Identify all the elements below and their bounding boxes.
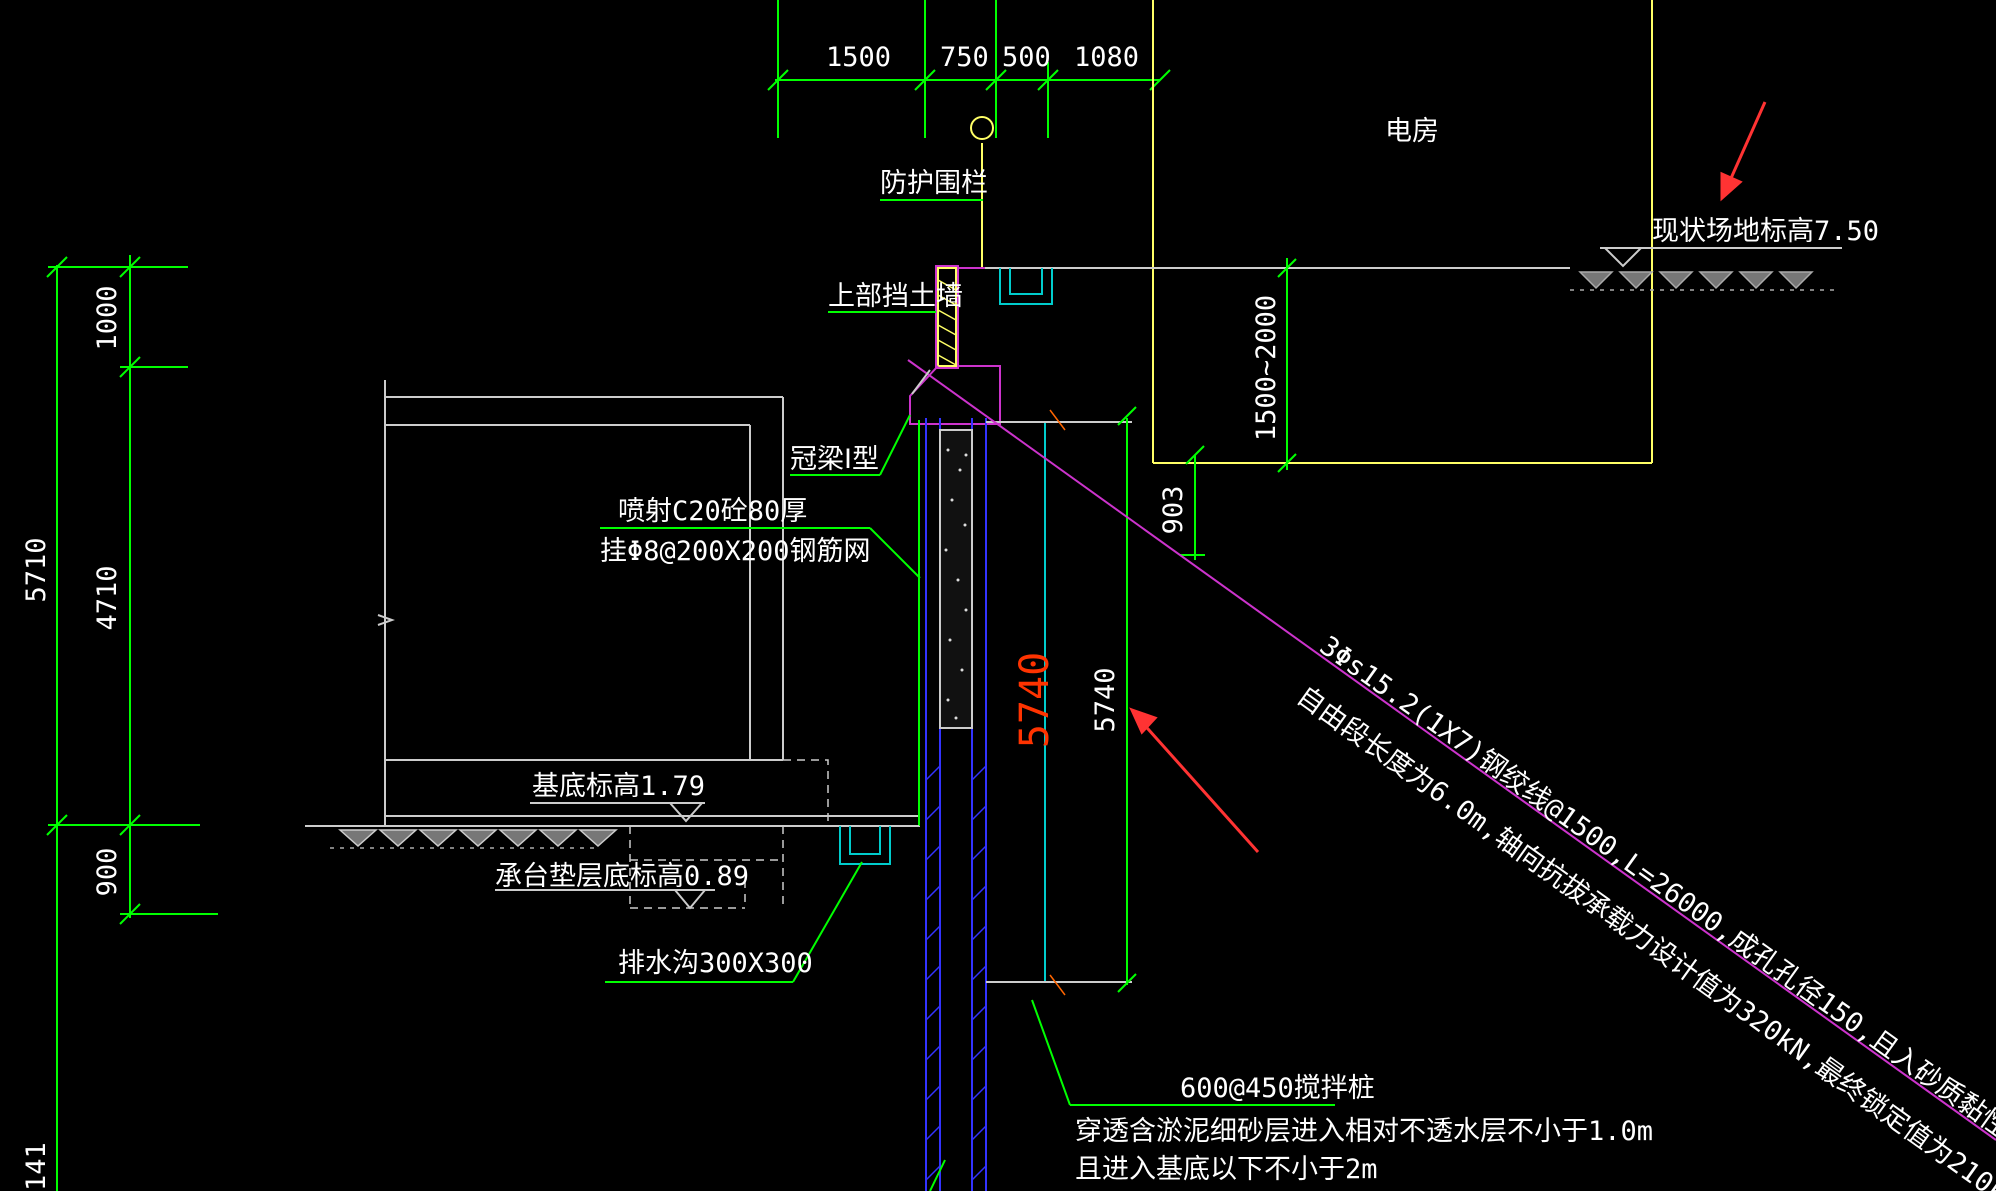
ground-hatch-right [1570,271,1840,291]
ground-hatch-left [330,829,618,849]
elevation-markers [495,802,715,910]
room-label: 电房 [1385,116,1439,147]
dim-750: 750 [940,42,989,73]
base-elev-label: 基底标高1.79 [532,771,705,802]
drain-label: 排水沟300X300 [618,948,813,979]
pile-label-2: 穿透含淤泥细砂层进入相对不透水层不小于1.0m [1075,1116,1653,1147]
ground-line [985,247,1842,269]
upper-wall-label: 上部挡土墙 [828,281,963,312]
pile-label-3: 且进入基底以下不小于2m [1075,1154,1378,1185]
pile-label-1: 600@450搅拌桩 [1180,1073,1375,1104]
dim-1500-2000: 1500~2000 [1251,295,1282,441]
shotcrete-label-2: 挂Φ8@200X200钢筋网 [600,536,871,567]
crown-beam-label: 冠梁Ⅰ型 [790,444,879,475]
dim-5740-label: 5740 [1090,667,1121,732]
anchor-label-2: 自由段长度为6.0m,轴向抗拔承载力设计值为320kN,最终锁定值为210kN [1291,680,1996,1191]
dim-900: 900 [92,848,123,897]
guardrail-label: 防护围栏 [880,168,988,199]
dim-4710: 4710 [92,565,123,630]
dim-1080: 1080 [1074,42,1139,73]
pile-hatch-left [925,765,987,1181]
dim-500: 500 [1002,42,1051,73]
dim-903: 903 [1158,486,1189,535]
pile-wall [918,418,1132,1191]
red-arrow-top [1720,101,1767,202]
drain-ditch [839,825,919,865]
left-dimension-chain [46,255,218,1191]
dim-1500: 1500 [826,42,891,73]
red-arrow-mid [1129,707,1260,853]
top-drain [999,268,1053,305]
section-drawing: 1500 750 500 1080 5710 1000 4710 900 141 [21,0,1996,1191]
dim-1000: 1000 [92,285,123,350]
cap-elev-label: 承台垫层底标高0.89 [495,861,749,892]
dim-5710: 5710 [21,537,52,602]
shotcrete-label-1: 喷射C20砼80厚 [618,496,807,527]
dim-5740-red-label: 5740 [1012,652,1058,748]
dim-141-partial: 141 [21,1142,52,1191]
ground-elev-label: 现状场地标高7.50 [1652,216,1879,247]
